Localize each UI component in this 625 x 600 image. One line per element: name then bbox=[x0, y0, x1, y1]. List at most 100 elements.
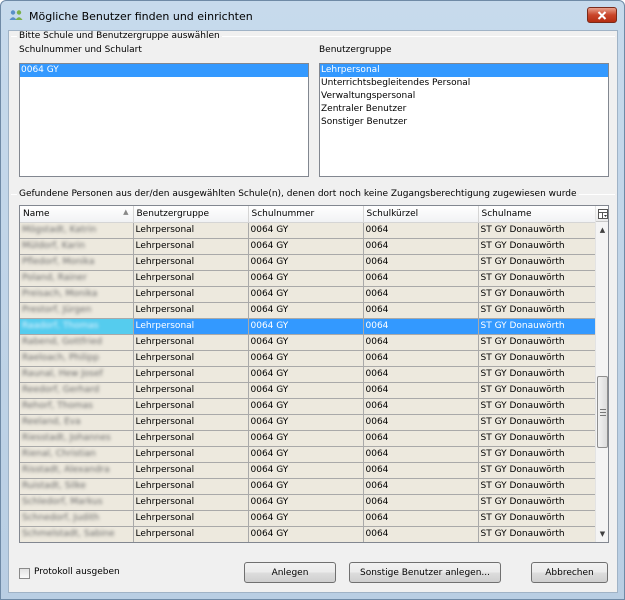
column-chooser-button[interactable] bbox=[596, 206, 608, 222]
cell-school-name: ST GY Donauwörth bbox=[478, 430, 596, 447]
cell-name: Rabend, Gottfried bbox=[20, 334, 134, 351]
cell-school-code: 0064 bbox=[363, 446, 479, 463]
user-group-list-item[interactable]: Sonstiger Benutzer bbox=[320, 116, 608, 129]
table-row[interactable]: Ruistadt, Silke Lehrpersonal 0064 GY 0064 ST… bbox=[20, 478, 596, 495]
protocol-checkbox-label[interactable]: Protokoll ausgeben bbox=[34, 567, 120, 577]
cell-school-number: 0064 GY bbox=[248, 222, 364, 239]
person-name: Raunal, Hew Josef bbox=[22, 369, 103, 379]
table-row[interactable]: Prestorf, Jürgen Lehrpersonal 0064 GY 0064 S… bbox=[20, 302, 596, 319]
selection-group-label: Bitte Schule und Benutzergruppe auswähle… bbox=[17, 31, 222, 41]
table-row[interactable]: Schmelstadt, Sabine Lehrpersonal 0064 GY 00… bbox=[20, 526, 596, 542]
cell-school-name: ST GY Donauwörth bbox=[478, 398, 596, 415]
cell-name: Preisach, Monika bbox=[20, 286, 134, 303]
cell-school-number: 0064 GY bbox=[248, 382, 364, 399]
column-header-user-group[interactable]: Benutzergruppe bbox=[133, 206, 249, 223]
create-other-users-button[interactable]: Sonstige Benutzer anlegen... bbox=[349, 562, 501, 583]
column-header-school-name[interactable]: Schulname bbox=[478, 206, 596, 223]
cell-school-code: 0064 bbox=[363, 302, 479, 319]
scroll-thumb[interactable] bbox=[597, 376, 608, 448]
cell-school-code: 0064 bbox=[363, 366, 479, 383]
dialog-window: Mögliche Benutzer finden und einrichten … bbox=[0, 0, 625, 600]
cell-school-number: 0064 GY bbox=[248, 366, 364, 383]
user-group-listbox[interactable]: Lehrpersonal Unterrichtsbegleitendes Pers… bbox=[319, 63, 609, 177]
user-group-list-item[interactable]: Lehrpersonal bbox=[320, 64, 608, 77]
table-row[interactable]: Müldorf, Karin Lehrpersonal 0064 GY 0064 ST … bbox=[20, 238, 596, 255]
cell-user-group: Lehrpersonal bbox=[133, 494, 249, 511]
close-button[interactable] bbox=[587, 7, 617, 23]
table-row[interactable]: Raunal, Hew Josef Lehrpersonal 0064 GY 0064… bbox=[20, 366, 596, 383]
cell-school-name: ST GY Donauwörth bbox=[478, 318, 596, 335]
person-name: Schmelstadt, Sabine bbox=[22, 529, 115, 539]
column-chooser-icon bbox=[597, 208, 608, 219]
table-row[interactable]: Raeloach, Philipp Lehrpersonal 0064 GY 0064… bbox=[20, 350, 596, 367]
column-header-name[interactable]: Name ▲ bbox=[20, 206, 134, 223]
table-row[interactable]: Rabend, Gottfried Lehrpersonal 0064 GY 0064… bbox=[20, 334, 596, 351]
cell-school-name: ST GY Donauwörth bbox=[478, 462, 596, 479]
cell-school-name: ST GY Donauwörth bbox=[478, 270, 596, 287]
user-group-list-item[interactable]: Zentraler Benutzer bbox=[320, 103, 608, 116]
scroll-down-button[interactable]: ▼ bbox=[596, 528, 608, 540]
table-row[interactable]: Pfledorf, Monika Lehrpersonal 0064 GY 0064 S… bbox=[20, 254, 596, 271]
cell-school-number: 0064 GY bbox=[248, 270, 364, 287]
cell-user-group: Lehrpersonal bbox=[133, 462, 249, 479]
grid-vertical-scrollbar[interactable]: ▲ ▼ bbox=[595, 206, 608, 542]
cell-school-number: 0064 GY bbox=[248, 238, 364, 255]
cell-name: Rienal, Christian bbox=[20, 446, 134, 463]
cell-school-number: 0064 GY bbox=[248, 494, 364, 511]
cell-school-name: ST GY Donauwörth bbox=[478, 286, 596, 303]
cell-school-number: 0064 GY bbox=[248, 286, 364, 303]
cell-school-name: ST GY Donauwörth bbox=[478, 350, 596, 367]
cell-school-code: 0064 bbox=[363, 270, 479, 287]
school-list-item[interactable]: 0064 GY bbox=[20, 64, 308, 77]
cell-school-code: 0064 bbox=[363, 478, 479, 495]
cell-name: Reedorf, Gerhard bbox=[20, 382, 134, 399]
table-row[interactable]: Rienal, Christian Lehrpersonal 0064 GY 0064… bbox=[20, 446, 596, 463]
school-listbox[interactable]: 0064 GY bbox=[19, 63, 309, 177]
cell-school-code: 0064 bbox=[363, 286, 479, 303]
cell-name: Schnedorf, Judith bbox=[20, 510, 134, 527]
user-group-list-item[interactable]: Unterrichtsbegleitendes Personal bbox=[320, 77, 608, 90]
cell-school-number: 0064 GY bbox=[248, 318, 364, 335]
cell-school-name: ST GY Donauwörth bbox=[478, 238, 596, 255]
cell-school-number: 0064 GY bbox=[248, 334, 364, 351]
column-header-school-code[interactable]: Schulkürzel bbox=[363, 206, 479, 223]
cell-user-group: Lehrpersonal bbox=[133, 270, 249, 287]
table-row[interactable]: Schnedorf, Judith Lehrpersonal 0064 GY 0064… bbox=[20, 510, 596, 527]
cell-school-number: 0064 GY bbox=[248, 398, 364, 415]
create-button[interactable]: Anlegen bbox=[244, 562, 336, 583]
cell-user-group: Lehrpersonal bbox=[133, 430, 249, 447]
table-row[interactable]: Risstadt, Alexandra Lehrpersonal 0064 GY 00… bbox=[20, 462, 596, 479]
table-row[interactable]: Riesstadt, Johannes Lehrpersonal 0064 GY 00… bbox=[20, 430, 596, 447]
cell-school-code: 0064 bbox=[363, 238, 479, 255]
cell-school-number: 0064 GY bbox=[248, 350, 364, 367]
table-row[interactable]: Reeland, Eva Lehrpersonal 0064 GY 0064 ST GY… bbox=[20, 414, 596, 431]
scroll-up-button[interactable]: ▲ bbox=[596, 224, 608, 236]
protocol-checkbox[interactable] bbox=[19, 568, 30, 579]
sort-ascending-icon: ▲ bbox=[123, 208, 129, 216]
table-row[interactable]: Mögstadt, Katrin Lehrpersonal 0064 GY 0064 S… bbox=[20, 222, 596, 239]
window-title: Mögliche Benutzer finden und einrichten bbox=[29, 10, 253, 23]
table-row[interactable]: Preisach, Monika Lehrpersonal 0064 GY 0064 S… bbox=[20, 286, 596, 303]
cell-user-group: Lehrpersonal bbox=[133, 318, 249, 335]
cell-name: Risstadt, Alexandra bbox=[20, 462, 134, 479]
person-name: Riesstadt, Johannes bbox=[22, 433, 111, 443]
cell-school-number: 0064 GY bbox=[248, 526, 364, 542]
table-row[interactable]: Rehorf, Thomas Lehrpersonal 0064 GY 0064 ST … bbox=[20, 398, 596, 415]
title-bar[interactable]: Mögliche Benutzer finden und einrichten bbox=[1, 1, 624, 29]
arrow-up-icon: ▲ bbox=[599, 226, 606, 234]
users-icon bbox=[9, 10, 23, 20]
user-group-list-item[interactable]: Verwaltungspersonal bbox=[320, 90, 608, 103]
table-row[interactable]: Poland, Rainer Lehrpersonal 0064 GY 0064 ST … bbox=[20, 270, 596, 287]
cell-name: Schledorf, Markus bbox=[20, 494, 134, 511]
cell-user-group: Lehrpersonal bbox=[133, 478, 249, 495]
cancel-button[interactable]: Abbrechen bbox=[531, 562, 608, 583]
table-row[interactable]: Raadorf, Thomas Lehrpersonal 0064 GY 0064 ST… bbox=[20, 318, 596, 335]
table-row[interactable]: Schledorf, Markus Lehrpersonal 0064 GY 0064… bbox=[20, 494, 596, 511]
table-row[interactable]: Reedorf, Gerhard Lehrpersonal 0064 GY 0064 S… bbox=[20, 382, 596, 399]
cell-name: Rehorf, Thomas bbox=[20, 398, 134, 415]
person-name: Rabend, Gottfried bbox=[22, 337, 103, 347]
persons-grid[interactable]: Name ▲ Benutzergruppe Schulnummer Schulkü… bbox=[19, 205, 609, 543]
column-header-school-number[interactable]: Schulnummer bbox=[248, 206, 364, 223]
person-name: Raadorf, Thomas bbox=[22, 321, 99, 331]
person-name: Preisach, Monika bbox=[22, 289, 98, 299]
